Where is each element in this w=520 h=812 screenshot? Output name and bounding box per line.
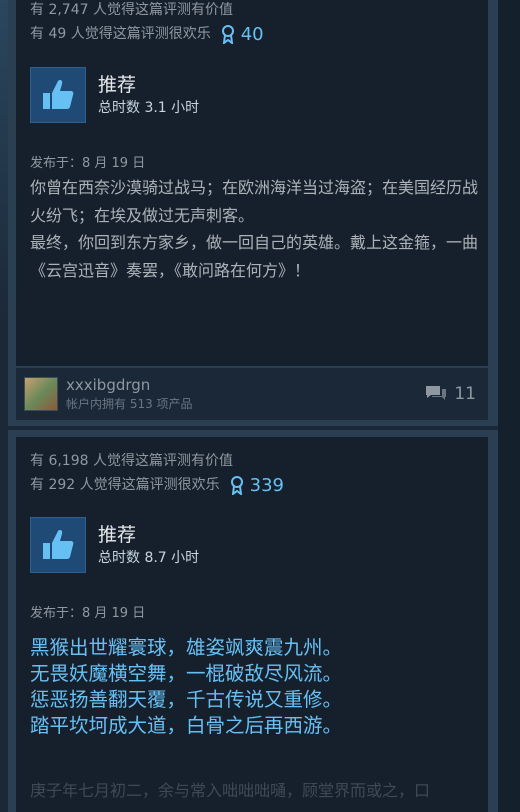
scroll-gutter [498,0,520,812]
review-paragraph: 你曾在西奈沙漠骑过战马；在欧洲海洋当过海盗；在美国经历战火纷飞；在埃及做过无声刺… [30,178,479,225]
verdict-label: 推荐 [98,524,137,546]
review-card: 有 6,198 人觉得这篇评测有价值 有 292 人觉得这篇评测很欢乐 339 [8,430,498,812]
review-text-faded: 庚子年七月初二，余与常入咄咄咄嗵，顾堂界而或之，口 [30,781,431,800]
post-date: 发布于：8 月 19 日 [30,606,146,621]
helpful-count: 有 2,747 人觉得这篇评测有价值 [30,2,233,18]
avatar[interactable] [24,377,58,411]
funny-count: 有 49 人觉得这篇评测很欢乐 [30,26,211,42]
review-card: 有 2,747 人觉得这篇评测有价值 有 49 人觉得这篇评测很欢乐 40 推荐… [8,0,498,426]
playtime: 总时数 8.7 小时 [98,550,200,566]
review-poem: 黑猴出世耀寰球，雄姿飒爽震九州。 无畏妖魔横空舞，一棍破敌尽风流。 惩恶扬善翻天… [30,635,490,739]
review-paragraph: 最终，你回到东方家乡，做一回自己的英雄。戴上这金箍，一曲《云宫迅音》奏罢，《敢问… [30,233,479,280]
verdict-label: 推荐 [98,74,137,96]
award-button[interactable]: 40 [221,24,264,45]
award-count: 40 [240,23,264,45]
review-content: 有 2,747 人觉得这篇评测有价值 有 49 人觉得这篇评测很欢乐 40 推荐… [16,0,488,366]
review-content: 有 6,198 人觉得这篇评测有价值 有 292 人觉得这篇评测很欢乐 339 [16,437,488,812]
poem-line: 无畏妖魔横空舞，一棍破敌尽风流。 [30,662,343,685]
helpful-count: 有 6,198 人觉得这篇评测有价值 [30,453,233,469]
poem-line: 踏平坎坷成大道，白骨之后再西游。 [30,714,343,737]
comments-button[interactable]: 11 [424,384,476,404]
comment-bubbles-icon [426,386,447,400]
award-ribbon-icon [221,25,234,44]
author-bar: xxxibgdrgn 帐户内拥有 513 项产品 11 [16,368,488,420]
review-text: 你曾在西奈沙漠骑过战马；在欧洲海洋当过海盗；在美国经历战火纷飞；在埃及做过无声刺… [30,174,478,284]
thumbs-up-icon [30,67,86,123]
poem-line: 黑猴出世耀寰球，雄姿飒爽震九州。 [30,636,343,659]
playtime: 总时数 3.1 小时 [98,100,200,116]
award-button[interactable]: 339 [230,475,284,496]
products-owned: 帐户内拥有 513 项产品 [66,397,193,411]
comment-count: 11 [454,384,476,404]
author-name[interactable]: xxxibgdrgn [66,375,193,395]
funny-count: 有 292 人觉得这篇评测很欢乐 [30,477,220,493]
review-verdict[interactable]: 推荐 总时数 3.1 小时 [30,67,199,123]
award-ribbon-icon [230,476,243,495]
post-date: 发布于：8 月 19 日 [30,156,146,171]
award-count: 339 [249,474,284,496]
poem-line: 惩恶扬善翻天覆，千古传说又重修。 [30,688,343,711]
review-verdict[interactable]: 推荐 总时数 8.7 小时 [30,517,199,573]
thumbs-up-icon [30,517,86,573]
